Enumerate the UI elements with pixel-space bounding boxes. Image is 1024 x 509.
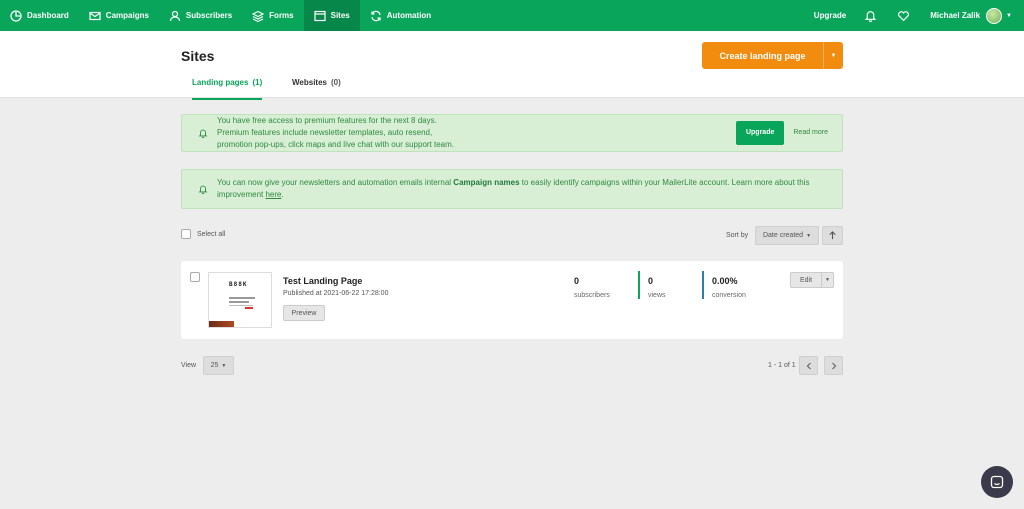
select-all-label: Select all [197, 230, 226, 238]
create-landing-page-button-group: Create landing page ▼ [702, 42, 843, 69]
stat-label: subscribers [574, 292, 610, 299]
page-title: Sites [181, 48, 215, 64]
alert-text-bold: Campaign names [453, 178, 520, 187]
refresh-icon [371, 10, 381, 21]
stat-value: 0.00% [712, 276, 738, 286]
thumbnail-line [229, 305, 253, 306]
nav-item-forms[interactable]: Forms [242, 0, 303, 31]
user-icon [169, 10, 181, 21]
thumbnail-band [209, 321, 271, 327]
nav-item-subscribers[interactable]: Subscribers [159, 0, 242, 31]
user-name: Michael Zalik [930, 11, 981, 20]
page-info: 1 - 1 of 1 [768, 362, 796, 369]
sort-direction-button[interactable] [822, 226, 843, 245]
chevron-down-icon: ▼ [1006, 12, 1012, 19]
stat-views: 0 views [648, 276, 666, 299]
stat-divider-conversion [702, 271, 704, 299]
published-date: Published at 2021-06-22 17:28:00 [283, 290, 389, 297]
heart-icon[interactable] [897, 9, 910, 22]
nav-label-sites: Sites [330, 11, 350, 20]
campaign-names-alert-text: You can now give your newsletters and au… [217, 177, 828, 201]
nav-label-forms: Forms [269, 11, 294, 20]
chevron-right-icon [831, 362, 836, 369]
nav-label-automation: Automation [386, 11, 432, 20]
upgrade-button[interactable]: Upgrade [735, 121, 785, 145]
view-label: View [181, 362, 197, 369]
tab-websites[interactable]: Websites (0) [292, 78, 341, 98]
next-page-button[interactable] [824, 356, 843, 375]
landing-page-row: B88K Test Landing Page Published at 2021… [181, 261, 843, 339]
select-all-checkbox[interactable] [181, 229, 191, 239]
chevron-down-icon: ▼ [221, 362, 227, 369]
tab-count: (1) [252, 78, 263, 87]
thumbnail-logo: B88K [229, 281, 248, 288]
nav-right: Upgrade Michael Zalik ▼ [814, 0, 1024, 31]
edit-button-group: Edit ▼ [790, 272, 834, 288]
arrow-up-icon [829, 231, 836, 240]
page-header: Sites Landing pages (1) Websites (0) Creat… [0, 31, 1024, 100]
alert-text-part: You can now give your newsletters and au… [217, 178, 454, 187]
create-landing-page-button[interactable]: Create landing page [702, 42, 823, 69]
stat-label: conversion [712, 292, 746, 299]
sort-value: Date created [762, 232, 804, 239]
chevron-down-icon[interactable]: ▼ [821, 273, 833, 287]
edit-button[interactable]: Edit [791, 273, 821, 287]
tab-count: (0) [330, 78, 341, 87]
stat-value: 0 [574, 276, 580, 286]
stat-label: views [648, 292, 666, 299]
stat-value: 0 [648, 276, 654, 286]
nav-item-campaigns[interactable]: Campaigns [79, 0, 159, 31]
preview-button[interactable]: Preview [283, 305, 325, 321]
premium-alert: You have free access to premium features… [181, 114, 843, 152]
per-page-select[interactable]: 25 ▼ [203, 356, 234, 375]
stat-conversion: 0.00% conversion [712, 276, 746, 299]
row-checkbox[interactable] [190, 272, 200, 282]
nav-item-automation[interactable]: Automation [360, 0, 441, 31]
campaign-names-alert: You can now give your newsletters and au… [181, 169, 843, 209]
landing-page-title[interactable]: Test Landing Page [283, 276, 362, 286]
nav-label-dashboard: Dashboard [27, 11, 69, 20]
tab-label: Websites [292, 78, 327, 87]
nav-item-dashboard[interactable]: Dashboard [0, 0, 79, 31]
sort-by-label: Sort by [726, 232, 749, 239]
prev-page-button[interactable] [799, 356, 818, 375]
avatar [986, 7, 1003, 24]
alert-text-part: . [281, 190, 284, 199]
chevron-left-icon [806, 362, 811, 369]
dashboard-icon [10, 9, 22, 22]
chat-launcher-button[interactable] [981, 466, 1013, 498]
chat-icon [990, 475, 1004, 489]
tab-label: Landing pages [192, 78, 249, 87]
landing-page-thumbnail[interactable]: B88K [208, 272, 272, 328]
here-link[interactable]: here [265, 190, 281, 199]
stat-subscribers: 0 subscribers [574, 276, 610, 299]
stat-divider-views [638, 271, 640, 299]
bell-icon[interactable] [864, 9, 877, 22]
chevron-down-icon[interactable]: ▼ [823, 42, 843, 69]
top-nav: Dashboard Campaigns Subscribers Forms Si… [0, 0, 1024, 31]
tab-landing-pages[interactable]: Landing pages (1) [192, 78, 263, 100]
nav-label-campaigns: Campaigns [105, 11, 149, 20]
sort-select[interactable]: Date created ▼ [755, 226, 819, 245]
thumbnail-line [229, 301, 249, 303]
chevron-down-icon: ▼ [806, 232, 812, 239]
premium-alert-text: You have free access to premium features… [217, 116, 455, 149]
read-more-link[interactable]: Read more [793, 127, 828, 139]
thumbnail-accent [245, 307, 253, 309]
nav-upgrade-link[interactable]: Upgrade [814, 11, 846, 20]
user-menu[interactable]: Michael Zalik ▼ [930, 7, 1012, 24]
bell-icon [198, 129, 208, 138]
select-all: Select all [181, 229, 225, 239]
layers-icon [252, 10, 265, 22]
browser-icon [314, 10, 326, 21]
nav-label-subscribers: Subscribers [185, 11, 233, 20]
per-page-value: 25 [210, 362, 219, 369]
nav-item-sites[interactable]: Sites [303, 0, 360, 31]
bell-icon [198, 185, 208, 194]
envelope-icon [89, 11, 101, 20]
thumbnail-line [229, 297, 255, 299]
